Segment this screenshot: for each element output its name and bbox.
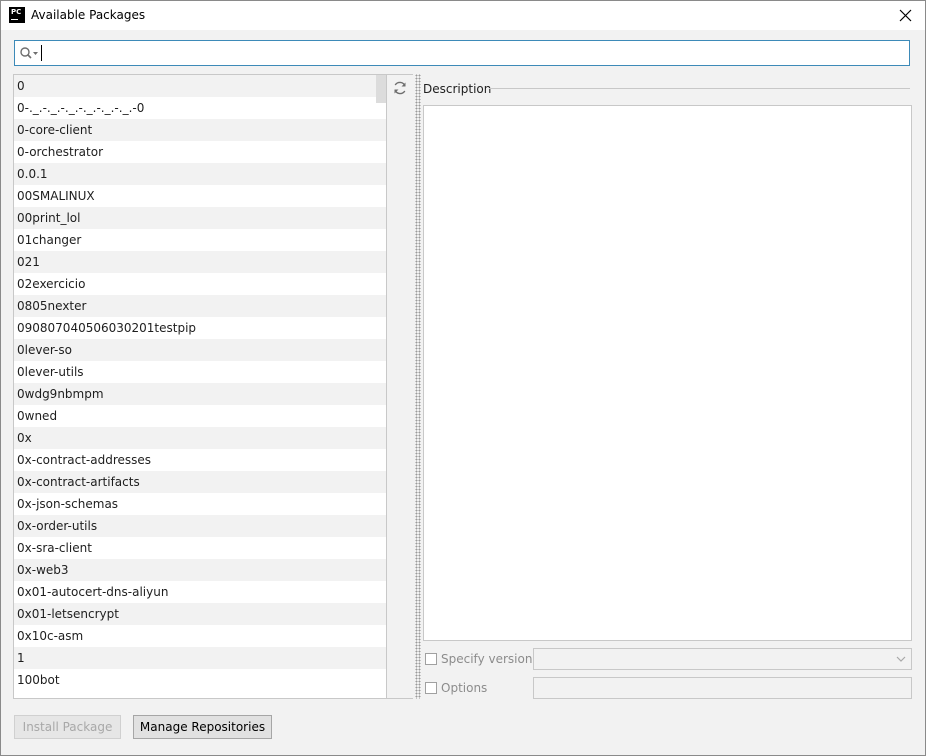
- package-list-item[interactable]: 1: [14, 647, 386, 669]
- version-select[interactable]: [533, 648, 912, 670]
- package-list-item[interactable]: 0x01-letsencrypt: [14, 603, 386, 625]
- description-label: Description: [423, 82, 492, 96]
- package-list-item[interactable]: 021: [14, 251, 386, 273]
- search-icon[interactable]: [19, 46, 39, 60]
- close-icon: [899, 9, 912, 22]
- package-list-item[interactable]: 01changer: [14, 229, 386, 251]
- package-list-item[interactable]: 0x-contract-addresses: [14, 449, 386, 471]
- package-list-item[interactable]: 090807040506030201testpip: [14, 317, 386, 339]
- package-list-item[interactable]: 0lever-so: [14, 339, 386, 361]
- package-list-item[interactable]: 0805nexter: [14, 295, 386, 317]
- package-list-item[interactable]: 0x-contract-artifacts: [14, 471, 386, 493]
- package-list[interactable]: 0 0-._.-._.-._.-._.-._.-._.-0 0-core-clien…: [13, 74, 387, 699]
- package-list-item[interactable]: 0x-web3: [14, 559, 386, 581]
- manage-repositories-button[interactable]: Manage Repositories: [133, 715, 272, 739]
- specify-version-checkbox[interactable]: [425, 653, 437, 665]
- package-list-item[interactable]: 0x10c-asm: [14, 625, 386, 647]
- close-button[interactable]: [895, 5, 917, 27]
- list-scrollbar-thumb[interactable]: [376, 75, 386, 103]
- options-label: Options: [441, 681, 488, 695]
- panel-splitter[interactable]: [415, 74, 421, 699]
- search-input[interactable]: [41, 44, 901, 62]
- package-list-item[interactable]: 0lever-utils: [14, 361, 386, 383]
- package-list-item[interactable]: 0-._.-._.-._.-._.-._.-._.-0: [14, 97, 386, 119]
- description-separator: [489, 88, 910, 89]
- package-list-item[interactable]: 0: [14, 75, 386, 97]
- text-caret: [41, 45, 42, 61]
- window-title: Available Packages: [31, 8, 146, 22]
- package-list-item[interactable]: 0-core-client: [14, 119, 386, 141]
- refresh-icon[interactable]: [392, 80, 408, 96]
- package-list-item[interactable]: 0wdg9nbmpm: [14, 383, 386, 405]
- package-list-item[interactable]: 0.0.1: [14, 163, 386, 185]
- package-list-item[interactable]: 0-orchestrator: [14, 141, 386, 163]
- title-bar: PC Available Packages: [1, 1, 925, 30]
- package-list-item[interactable]: 0x-json-schemas: [14, 493, 386, 515]
- pycharm-icon: PC: [9, 7, 25, 23]
- package-list-item[interactable]: 0x01-autocert-dns-aliyun: [14, 581, 386, 603]
- specify-version-label: Specify version: [441, 652, 533, 666]
- install-package-button[interactable]: Install Package: [14, 715, 121, 739]
- options-input[interactable]: [533, 677, 912, 699]
- package-list-item[interactable]: 0x-sra-client: [14, 537, 386, 559]
- package-list-item[interactable]: 0x: [14, 427, 386, 449]
- options-checkbox[interactable]: [425, 682, 437, 694]
- package-list-item[interactable]: 00SMALINUX: [14, 185, 386, 207]
- package-list-item[interactable]: 00print_lol: [14, 207, 386, 229]
- package-list-item[interactable]: 100bot: [14, 669, 386, 691]
- package-list-item[interactable]: 0wned: [14, 405, 386, 427]
- package-list-item[interactable]: 0x-order-utils: [14, 515, 386, 537]
- search-field[interactable]: [14, 40, 910, 66]
- package-list-item[interactable]: 02exercicio: [14, 273, 386, 295]
- list-toolbar: [387, 74, 413, 699]
- chevron-down-icon: [896, 656, 906, 662]
- description-panel: [423, 105, 912, 641]
